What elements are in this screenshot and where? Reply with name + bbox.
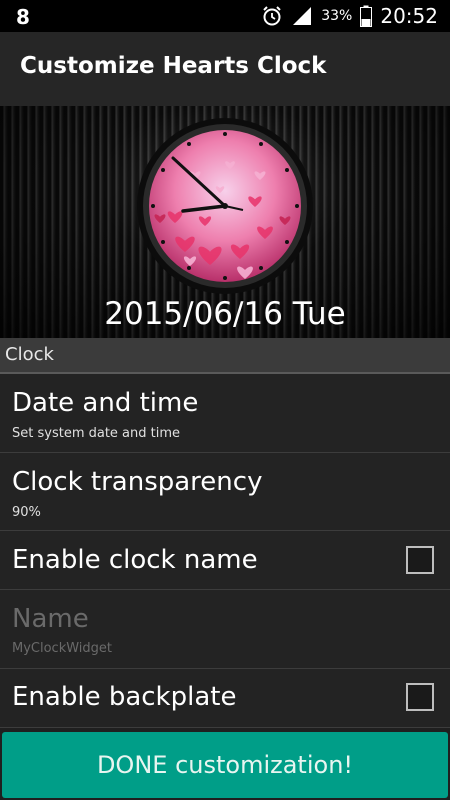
pref-summary: Set system date and time [12,426,181,441]
pref-name: Name MyClockWidget [0,590,450,669]
enable-clock-name-checkbox[interactable] [406,546,434,574]
battery-percent: 33% [321,8,353,24]
status-time: 20:52 [380,4,438,28]
pref-summary: MyClockWidget [12,641,113,656]
preview-date: 2015/06/16 Tue [104,296,346,332]
status-icons: 33% 20:52 [261,4,438,28]
status-bar: 8 33% 20:52 [0,0,450,32]
clock-preview: 2015/06/16 Tue [0,106,450,338]
pref-clock-transparency[interactable]: Clock transparency 90% [0,453,450,531]
pref-summary: 90% [12,505,41,520]
pref-title: Enable clock name [12,545,258,575]
signal-icon [293,7,312,25]
pref-enable-clock-name[interactable]: Enable clock name [0,531,450,590]
page-title: Customize Hearts Clock [20,53,327,79]
category-header-clock: Clock [0,338,450,374]
alarm-clock-icon [263,6,281,26]
pref-date-and-time[interactable]: Date and time Set system date and time [0,374,450,453]
app-notification-icon: 8 [16,5,30,29]
pref-title: Date and time [12,388,199,418]
hearts-clock-icon [137,118,313,294]
battery-icon [360,5,373,27]
pref-title: Enable backplate [12,682,237,712]
category-label: Clock [5,344,54,365]
enable-backplate-checkbox[interactable] [406,683,434,711]
pref-enable-backplate[interactable]: Enable backplate [0,669,450,728]
pref-title: Name [12,604,89,634]
pref-title: Clock transparency [12,467,263,497]
done-customization-button[interactable]: DONE customization! [2,732,448,798]
action-bar: Customize Hearts Clock [0,32,450,106]
